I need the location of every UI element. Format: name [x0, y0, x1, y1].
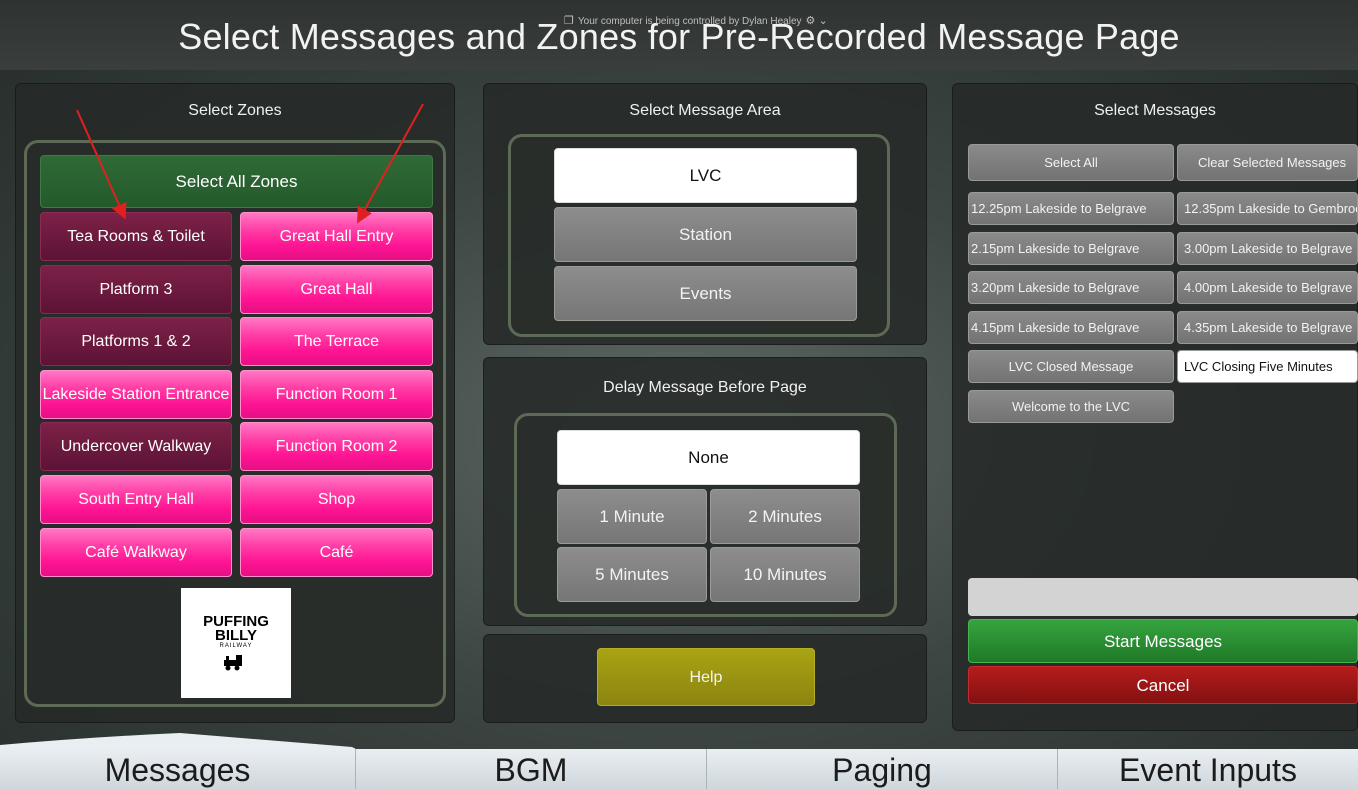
- zone-button[interactable]: Function Room 1: [240, 370, 433, 419]
- area-option-events[interactable]: Events: [554, 266, 857, 321]
- area-option-station[interactable]: Station: [554, 207, 857, 262]
- logo-subtext: RAILWAY: [219, 643, 253, 649]
- tab-bgm-label: BGM: [494, 752, 568, 788]
- zones-panel-title: Select Zones: [188, 102, 282, 119]
- zone-button[interactable]: Lakeside Station Entrance: [40, 370, 232, 419]
- zone-button[interactable]: Shop: [240, 475, 433, 524]
- message-item[interactable]: 12.35pm Lakeside to Gembrook: [1177, 192, 1358, 225]
- zone-button[interactable]: Platforms 1 & 2: [40, 317, 232, 366]
- logo-text: PUFFING BILLY: [203, 614, 269, 644]
- delay-1-minute-button[interactable]: 1 Minute: [557, 489, 707, 544]
- puffing-billy-logo: PUFFING BILLY RAILWAY: [181, 588, 291, 698]
- zone-button[interactable]: The Terrace: [240, 317, 433, 366]
- zone-button[interactable]: Tea Rooms & Toilet: [40, 212, 232, 261]
- remote-control-text: Your computer is being controlled by Dyl…: [577, 16, 802, 27]
- zone-button[interactable]: Café Walkway: [40, 528, 232, 577]
- tab-paging-label: Paging: [832, 752, 932, 788]
- message-item[interactable]: 3.20pm Lakeside to Belgrave: [968, 271, 1174, 304]
- select-all-zones-button[interactable]: Select All Zones: [40, 155, 433, 208]
- zone-button[interactable]: South Entry Hall: [40, 475, 232, 524]
- message-item[interactable]: Welcome to the LVC: [968, 390, 1174, 423]
- delay-panel-title: Delay Message Before Page: [603, 379, 807, 396]
- zone-button[interactable]: Platform 3: [40, 265, 232, 314]
- zone-button[interactable]: Great Hall: [240, 265, 433, 314]
- delay-none-button[interactable]: None: [557, 430, 860, 485]
- tab-messages[interactable]: Messages: [0, 749, 355, 789]
- help-button[interactable]: Help: [597, 648, 815, 706]
- message-item[interactable]: 4.00pm Lakeside to Belgrave: [1177, 271, 1358, 304]
- message-item[interactable]: 4.15pm Lakeside to Belgrave: [968, 311, 1174, 344]
- message-item[interactable]: 3.00pm Lakeside to Belgrave: [1177, 232, 1358, 265]
- settings-icon[interactable]: ⚙ ⌄: [806, 15, 828, 27]
- message-item[interactable]: 4.35pm Lakeside to Belgrave: [1177, 311, 1358, 344]
- select-all-messages-button[interactable]: Select All: [968, 144, 1174, 181]
- zone-button[interactable]: Great Hall Entry: [240, 212, 433, 261]
- cancel-button[interactable]: Cancel: [968, 666, 1358, 704]
- message-status-bar: [968, 578, 1358, 616]
- message-item[interactable]: 2.15pm Lakeside to Belgrave: [968, 232, 1174, 265]
- tab-event-inputs[interactable]: Event Inputs: [1057, 749, 1358, 789]
- messages-panel-title: Select Messages: [1094, 102, 1216, 119]
- message-item[interactable]: 12.25pm Lakeside to Belgrave: [968, 192, 1174, 225]
- train-icon: [224, 655, 242, 671]
- delay-5-minutes-button[interactable]: 5 Minutes: [557, 547, 707, 602]
- tab-bgm[interactable]: BGM: [355, 749, 706, 789]
- delay-10-minutes-button[interactable]: 10 Minutes: [710, 547, 860, 602]
- logo-text-2: BILLY: [215, 627, 257, 644]
- message-item[interactable]: LVC Closed Message: [968, 350, 1174, 383]
- remote-control-banner: ❐ Your computer is being controlled by Dy…: [560, 14, 832, 27]
- tab-paging[interactable]: Paging: [706, 749, 1057, 789]
- area-option-lvc[interactable]: LVC: [554, 148, 857, 203]
- zone-button[interactable]: Function Room 2: [240, 422, 433, 471]
- zone-button[interactable]: Café: [240, 528, 433, 577]
- tab-messages-label: Messages: [104, 752, 251, 788]
- message-area-title: Select Message Area: [629, 102, 781, 119]
- clear-selected-messages-button[interactable]: Clear Selected Messages: [1177, 144, 1358, 181]
- message-item[interactable]: LVC Closing Five Minutes: [1177, 350, 1358, 383]
- start-messages-button[interactable]: Start Messages: [968, 619, 1358, 663]
- zone-button[interactable]: Undercover Walkway: [40, 422, 232, 471]
- window-icon: ❐: [564, 15, 574, 27]
- delay-2-minutes-button[interactable]: 2 Minutes: [710, 489, 860, 544]
- tab-event-inputs-label: Event Inputs: [1119, 752, 1297, 788]
